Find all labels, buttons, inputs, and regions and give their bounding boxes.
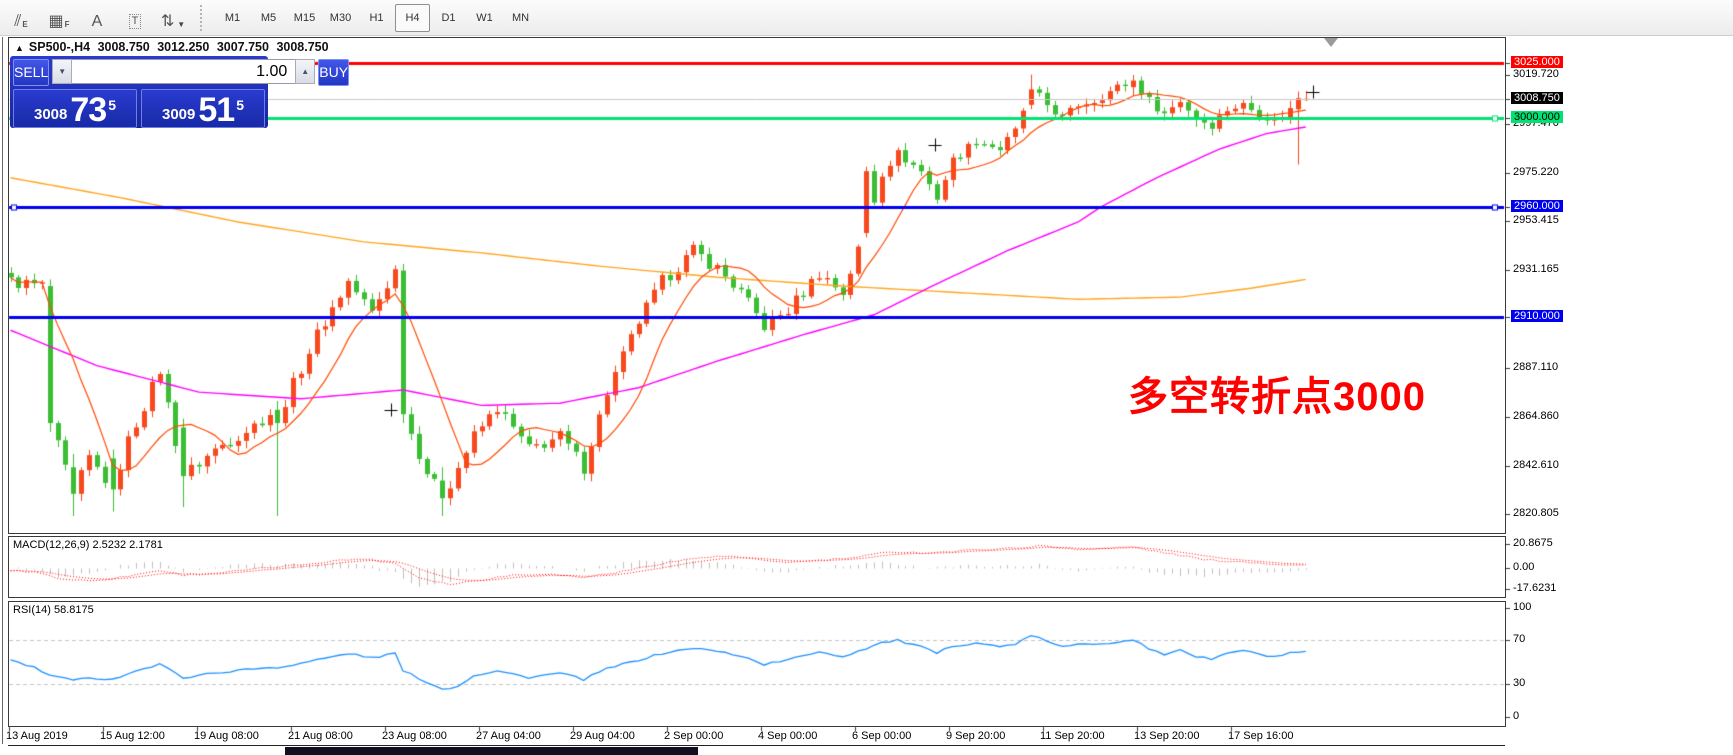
chart-text-annotation: 多空转折点3000 xyxy=(1128,364,1426,422)
mt4-terminal: ⫽E ▦F AT ⇅▼ M1M5M15M30H1H4D1W1MN ▲ SP500-,H4 … xyxy=(0,0,1733,755)
time-tick-27-Aug-04-00: 27 Aug 04:00 xyxy=(476,730,541,742)
price-axis[interactable] xyxy=(1506,37,1733,727)
toolbar-separator xyxy=(200,5,207,31)
one-click-trading-panel: SELL ▼ ▲ BUY 3008 73 5 3009 51 5 xyxy=(10,56,268,128)
price-tick-2975.220: 2975.220 xyxy=(1513,166,1559,178)
close-value: 3008.750 xyxy=(276,40,328,54)
window-left-border xyxy=(2,37,3,744)
docked-window-edge xyxy=(285,747,698,755)
price-tick-2953.415: 2953.415 xyxy=(1513,214,1559,226)
price-tick-2864.860: 2864.860 xyxy=(1513,410,1559,422)
timeframe-button-M1[interactable]: M1 xyxy=(215,4,250,32)
symbol-period: SP500-,H4 xyxy=(29,40,90,54)
price-tick-2910.000: 2910.000 xyxy=(1511,310,1563,322)
macd-panel[interactable] xyxy=(8,536,1506,598)
rsi-tick-30: 30 xyxy=(1513,677,1525,689)
time-tick-17-Sep-16-00: 17 Sep 16:00 xyxy=(1228,730,1293,742)
time-tick-21-Aug-08-00: 21 Aug 08:00 xyxy=(288,730,353,742)
time-tick-2-Sep-00-00: 2 Sep 00:00 xyxy=(664,730,723,742)
low-value: 3007.750 xyxy=(217,40,269,54)
buy-price-figure: 3009 xyxy=(162,105,195,125)
macd-tick-0.00: 0.00 xyxy=(1513,561,1534,573)
buy-price-display[interactable]: 3009 51 5 xyxy=(141,89,265,128)
volume-input[interactable] xyxy=(72,59,295,84)
time-tick-29-Aug-04-00: 29 Aug 04:00 xyxy=(570,730,635,742)
timeframe-button-D1[interactable]: D1 xyxy=(431,4,466,32)
collapse-arrow-icon[interactable]: ▲ xyxy=(15,43,24,53)
price-tick-2887.110: 2887.110 xyxy=(1513,361,1558,373)
sell-price-figure: 3008 xyxy=(34,105,67,125)
docked-panel-border xyxy=(8,745,1505,746)
price-tick-2820.805: 2820.805 xyxy=(1513,507,1559,519)
rsi-tick-0: 0 xyxy=(1513,710,1519,722)
macd-tick--17.6231: -17.6231 xyxy=(1513,582,1556,594)
cycle-arrows-icon[interactable]: ⇅▼ xyxy=(158,4,188,32)
timeframe-button-H4[interactable]: H4 xyxy=(395,4,430,32)
timeframe-button-W1[interactable]: W1 xyxy=(467,4,502,32)
chart-ohlc-header: ▲ SP500-,H4 3008.750 3012.250 3007.750 30… xyxy=(15,40,333,54)
macd-values: 2.5232 2.1781 xyxy=(92,539,162,551)
objects-crayon-icon[interactable]: ⫽E xyxy=(6,4,36,32)
timeframe-button-H1[interactable]: H1 xyxy=(359,4,394,32)
price-tick-2931.165: 2931.165 xyxy=(1513,263,1559,275)
price-tick-3000.000: 3000.000 xyxy=(1511,111,1563,123)
rsi-tick-100: 100 xyxy=(1513,601,1531,613)
timeframe-button-M30[interactable]: M30 xyxy=(323,4,358,32)
sell-price-display[interactable]: 3008 73 5 xyxy=(13,89,137,128)
time-tick-15-Aug-12-00: 15 Aug 12:00 xyxy=(100,730,165,742)
text-label-icon[interactable]: A xyxy=(82,4,112,32)
time-tick-11-Sep-20-00: 11 Sep 20:00 xyxy=(1040,730,1105,742)
price-tick-2960.000: 2960.000 xyxy=(1511,200,1563,212)
buy-price-fraction: 5 xyxy=(236,97,244,113)
price-tick-3008.750: 3008.750 xyxy=(1511,92,1563,104)
buy-price-pips: 51 xyxy=(198,95,234,125)
rsi-label: RSI(14) 58.8175 xyxy=(13,604,94,616)
sell-price-pips: 73 xyxy=(70,95,106,125)
high-value: 3012.250 xyxy=(157,40,209,54)
price-tick-2842.610: 2842.610 xyxy=(1513,459,1559,471)
volume-increase-button[interactable]: ▲ xyxy=(295,59,315,84)
price-tick-3025.000: 3025.000 xyxy=(1511,56,1563,68)
timeframe-button-M15[interactable]: M15 xyxy=(287,4,322,32)
volume-decrease-button[interactable]: ▼ xyxy=(52,59,72,84)
open-value: 3008.750 xyxy=(98,40,150,54)
sell-button[interactable]: SELL xyxy=(13,59,49,86)
sell-price-fraction: 5 xyxy=(108,97,116,113)
timeframe-button-MN[interactable]: MN xyxy=(503,4,538,32)
time-tick-19-Aug-08-00: 19 Aug 08:00 xyxy=(194,730,259,742)
rsi-tick-70: 70 xyxy=(1513,633,1525,645)
time-tick-6-Sep-00-00: 6 Sep 00:00 xyxy=(852,730,911,742)
textbox-icon[interactable]: T xyxy=(120,4,150,32)
rsi-panel[interactable] xyxy=(8,601,1506,727)
toolbar: ⫽E ▦F AT ⇅▼ M1M5M15M30H1H4D1W1MN xyxy=(0,0,1733,36)
time-tick-4-Sep-00-00: 4 Sep 00:00 xyxy=(758,730,817,742)
price-tick-3019.720: 3019.720 xyxy=(1513,68,1559,80)
timeframe-button-M5[interactable]: M5 xyxy=(251,4,286,32)
buy-button[interactable]: BUY xyxy=(318,59,349,86)
mouse-cursor-icon xyxy=(1324,38,1338,47)
time-tick-13-Sep-20-00: 13 Sep 20:00 xyxy=(1134,730,1199,742)
grid-fill-icon[interactable]: ▦F xyxy=(44,4,74,32)
macd-tick-20.8675: 20.8675 xyxy=(1513,537,1553,549)
macd-label: MACD(12,26,9) 2.5232 2.1781 xyxy=(13,539,163,551)
rsi-value: 58.8175 xyxy=(54,604,94,616)
time-tick-23-Aug-08-00: 23 Aug 08:00 xyxy=(382,730,447,742)
time-tick-9-Sep-20-00: 9 Sep 20:00 xyxy=(946,730,1005,742)
time-tick-13-Aug-2019: 13 Aug 2019 xyxy=(6,730,68,742)
